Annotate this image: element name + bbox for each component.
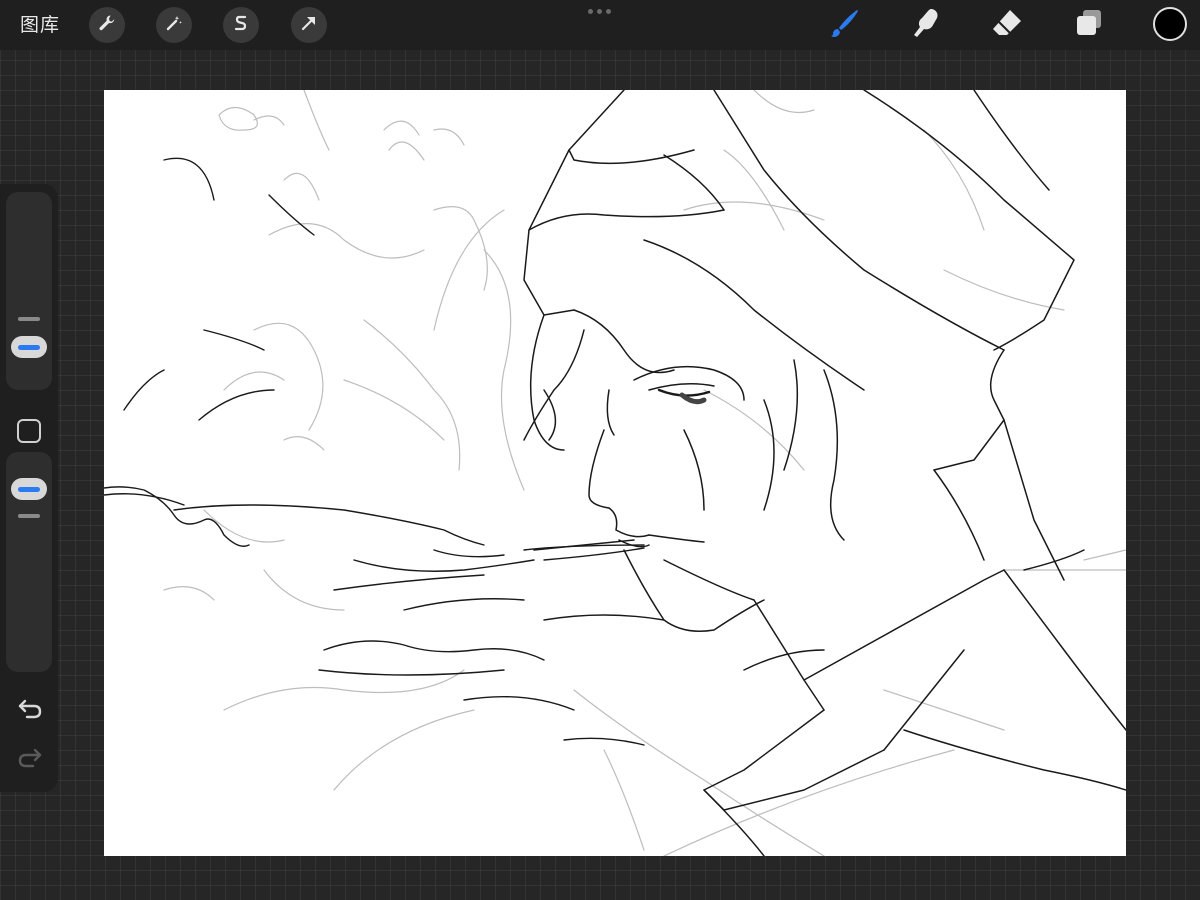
brush-size-handle[interactable] bbox=[11, 336, 47, 358]
redo-arrow-icon bbox=[17, 747, 43, 773]
sketch-artwork bbox=[104, 90, 1126, 856]
wrench-icon bbox=[97, 13, 117, 37]
transform-button[interactable] bbox=[291, 7, 327, 43]
undo-button[interactable] bbox=[15, 696, 45, 726]
magic-wand-icon bbox=[164, 13, 184, 37]
left-sidebar bbox=[0, 184, 58, 792]
brush-button[interactable] bbox=[825, 5, 865, 45]
layers-button[interactable] bbox=[1069, 5, 1109, 45]
undo-arrow-icon bbox=[17, 698, 43, 724]
layers-icon bbox=[1072, 6, 1106, 44]
arrow-cursor-icon bbox=[299, 13, 319, 37]
eraser-button[interactable] bbox=[987, 5, 1027, 45]
smudge-icon bbox=[909, 6, 943, 44]
gallery-button[interactable]: 图库 bbox=[20, 12, 60, 38]
adjustments-button[interactable] bbox=[156, 7, 192, 43]
redo-button[interactable] bbox=[15, 745, 45, 775]
smudge-button[interactable] bbox=[906, 5, 946, 45]
eraser-icon bbox=[990, 6, 1024, 44]
brush-size-slider[interactable] bbox=[6, 192, 52, 390]
brush-opacity-handle[interactable] bbox=[11, 478, 47, 500]
top-toolbar: 图库 bbox=[0, 0, 1200, 50]
selection-s-icon bbox=[231, 13, 251, 37]
brush-opacity-tick bbox=[18, 514, 40, 518]
actions-button[interactable] bbox=[89, 7, 125, 43]
window-grabber[interactable] bbox=[588, 9, 614, 15]
brush-icon bbox=[828, 6, 862, 44]
brush-size-tick bbox=[18, 317, 40, 321]
color-picker-button[interactable] bbox=[1153, 7, 1187, 41]
selection-button[interactable] bbox=[223, 7, 259, 43]
drawing-canvas[interactable] bbox=[104, 90, 1126, 856]
modify-button[interactable] bbox=[17, 419, 41, 443]
